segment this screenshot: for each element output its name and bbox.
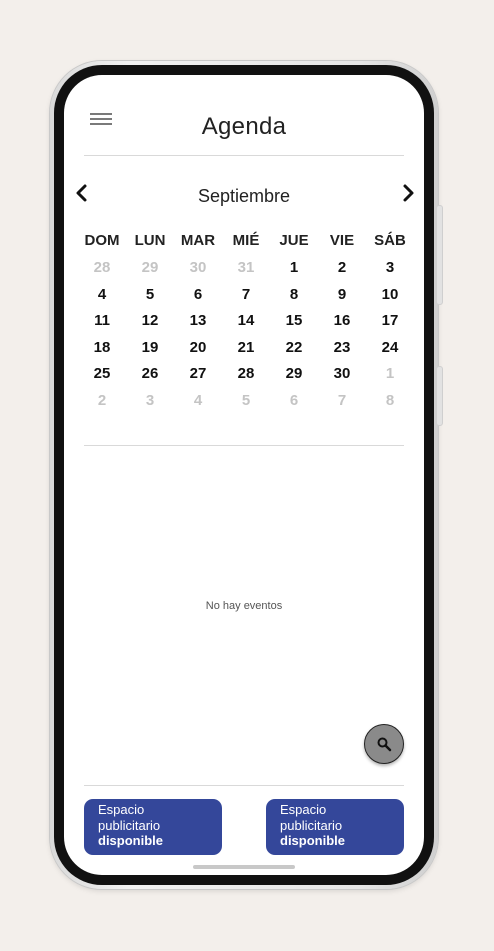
calendar-day[interactable]: 20 [174,339,222,366]
ad-banner-right[interactable]: Espacio publicitario disponible [266,799,404,855]
ad-line: Espacio [280,802,327,817]
calendar-day-outside-month[interactable]: 30 [174,259,222,286]
calendar-day[interactable]: 5 [126,286,174,313]
calendar-day[interactable]: 7 [222,286,270,313]
calendar-day[interactable]: 24 [366,339,414,366]
calendar-day[interactable]: 3 [366,259,414,286]
calendar-week-row: 25 26 27 28 29 30 1 [78,365,414,392]
calendar-day[interactable]: 22 [270,339,318,366]
calendar-day[interactable]: 27 [174,365,222,392]
ad-line: disponible [280,833,345,848]
weekday-label: JUE [279,232,309,249]
weekday-label: LUN [134,232,166,249]
calendar-week-row: 2345678 [78,392,414,419]
calendar-grid: 28 29 30 31 1 2 3 4 5 6 7 8 9 10 11 12 13 14 15 16 17 18 19 20 2… [78,259,414,418]
empty-events-message: No hay eventos [205,600,283,612]
calendar-day-outside-month[interactable]: 1 [366,365,414,392]
volume-button [436,366,443,426]
home-indicator [193,865,295,869]
power-button [436,205,443,305]
calendar-day-outside-month[interactable]: 7 [318,392,366,419]
calendar-day[interactable]: 11 [78,312,126,339]
weekday-label: SÁB [374,232,406,249]
ad-line: disponible [98,833,163,848]
calendar-day[interactable]: 1 [270,259,318,286]
calendar-day[interactable]: 26 [126,365,174,392]
ad-banner-left[interactable]: Espacio publicitario disponible [84,799,222,855]
calendar-divider [84,445,404,446]
app-screen: Agenda Septiembre DOM LUN MAR MIÉ JUE VI… [64,75,424,875]
header-divider [84,155,404,156]
calendar-day[interactable]: 19 [126,339,174,366]
calendar-day-outside-month[interactable]: 28 [78,259,126,286]
calendar-day[interactable]: 2 [318,259,366,286]
calendar-day-outside-month[interactable]: 2 [78,392,126,419]
calendar-week-row: 18 19 20 21 22 23 24 [78,339,414,366]
month-label: Septiembre [197,186,291,206]
weekday-label: VIE [329,232,355,249]
calendar-day[interactable]: 15 [270,312,318,339]
weekday-header: DOM LUN MAR MIÉ JUE VIE SÁB [78,232,414,249]
chevron-right-icon[interactable] [398,183,418,203]
calendar-day-outside-month[interactable]: 3 [126,392,174,419]
search-icon [377,737,392,752]
calendar-day[interactable]: 12 [126,312,174,339]
calendar-week-row: 28 29 30 31 1 2 3 [78,259,414,286]
footer-divider [84,785,404,786]
calendar-day[interactable]: 9 [318,286,366,313]
weekday-label: MIÉ [232,232,260,249]
ad-line: publicitario [280,817,343,833]
calendar-day-outside-month[interactable]: 8 [366,392,414,419]
calendar-day-outside-month[interactable]: 31 [222,259,270,286]
calendar-day-outside-month[interactable]: 4 [174,392,222,419]
calendar-day[interactable]: 25 [78,365,126,392]
calendar-day[interactable]: 21 [222,339,270,366]
calendar-day[interactable]: 18 [78,339,126,366]
weekday-label: MAR [180,232,216,249]
calendar-day[interactable]: 6 [174,286,222,313]
calendar-day[interactable]: 29 [270,365,318,392]
calendar-day[interactable]: 13 [174,312,222,339]
calendar-day[interactable]: 23 [318,339,366,366]
ad-line: Espacio [98,802,145,817]
calendar-day-outside-month[interactable]: 6 [270,392,318,419]
calendar-day-outside-month[interactable]: 29 [126,259,174,286]
page-title: Agenda [201,113,287,140]
calendar-week-row: 4 5 6 7 8 9 10 [78,286,414,313]
calendar-day[interactable]: 4 [78,286,126,313]
calendar-day[interactable]: 16 [318,312,366,339]
weekday-label: DOM [84,232,120,249]
ad-line: publicitario [98,817,161,833]
calendar-week-row: 11 12 13 14 15 16 17 [78,312,414,339]
calendar-day[interactable]: 28 [222,365,270,392]
calendar-day[interactable]: 8 [270,286,318,313]
calendar-day[interactable]: 10 [366,286,414,313]
calendar-day[interactable]: 14 [222,312,270,339]
calendar-day-outside-month[interactable]: 5 [222,392,270,419]
search-button[interactable] [364,724,404,764]
calendar-day[interactable]: 17 [366,312,414,339]
calendar-day[interactable]: 30 [318,365,366,392]
